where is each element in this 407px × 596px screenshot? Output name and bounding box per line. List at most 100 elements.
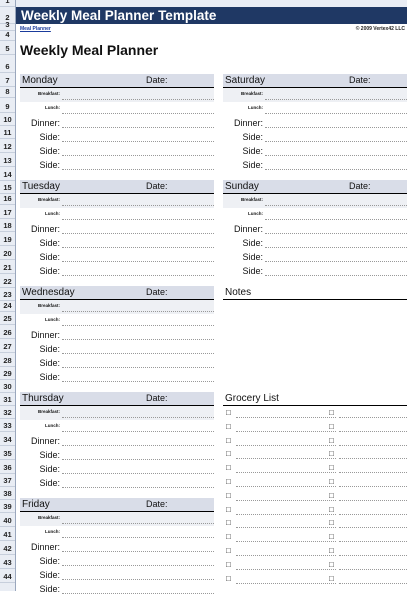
grocery-entry-line[interactable] — [339, 444, 407, 446]
checkbox-icon[interactable]: □ — [226, 422, 231, 431]
grocery-item[interactable]: □ — [226, 420, 336, 434]
meal-entry-line[interactable] — [62, 141, 214, 142]
grocery-item[interactable]: □ — [226, 558, 336, 572]
grocery-entry-line[interactable] — [236, 541, 336, 543]
meal-entry-line[interactable] — [265, 127, 407, 128]
checkbox-icon[interactable]: □ — [226, 546, 231, 555]
grocery-item[interactable]: □ — [226, 516, 336, 530]
grocery-item[interactable]: □ — [329, 558, 407, 572]
checkbox-icon[interactable]: □ — [226, 518, 231, 527]
grocery-entry-line[interactable] — [339, 555, 407, 556]
grocery-entry-line[interactable] — [339, 568, 407, 570]
meal-entry-line[interactable] — [62, 381, 214, 382]
meal-entry-line[interactable] — [62, 113, 214, 114]
grocery-entry-line[interactable] — [236, 417, 336, 418]
meal-entry-line[interactable] — [62, 487, 214, 488]
grocery-item[interactable]: □ — [329, 516, 407, 530]
grocery-item[interactable]: □ — [226, 489, 336, 503]
grocery-item[interactable]: □ — [329, 447, 407, 461]
grocery-entry-line[interactable] — [236, 472, 336, 474]
grocery-entry-line[interactable] — [236, 527, 336, 529]
checkbox-icon[interactable]: □ — [329, 422, 334, 431]
meal-entry-line[interactable] — [265, 169, 407, 170]
grocery-item[interactable]: □ — [329, 503, 407, 517]
checkbox-icon[interactable]: □ — [329, 491, 334, 500]
grocery-item[interactable]: □ — [329, 530, 407, 544]
meal-entry-line[interactable] — [62, 261, 214, 262]
checkbox-icon[interactable]: □ — [329, 449, 334, 458]
grocery-item[interactable]: □ — [226, 530, 336, 544]
checkbox-icon[interactable]: □ — [329, 463, 334, 472]
meal-entry-line[interactable] — [62, 247, 214, 248]
meal-entry-line[interactable] — [265, 205, 407, 206]
meal-entry-line[interactable] — [265, 113, 407, 114]
checkbox-icon[interactable]: □ — [329, 436, 334, 445]
meal-entry-line[interactable] — [265, 219, 407, 220]
meal-entry-line[interactable] — [62, 99, 214, 100]
grocery-entry-line[interactable] — [339, 582, 407, 584]
checkbox-icon[interactable]: □ — [329, 505, 334, 514]
checkbox-icon[interactable]: □ — [226, 449, 231, 458]
meal-entry-line[interactable] — [62, 219, 214, 220]
grocery-item[interactable]: □ — [329, 572, 407, 586]
meal-entry-line[interactable] — [62, 127, 214, 128]
checkbox-icon[interactable]: □ — [226, 491, 231, 500]
checkbox-icon[interactable]: □ — [329, 477, 334, 486]
grocery-entry-line[interactable] — [339, 527, 407, 529]
grocery-entry-line[interactable] — [339, 417, 407, 418]
grocery-item[interactable]: □ — [226, 447, 336, 461]
checkbox-icon[interactable]: □ — [329, 546, 334, 555]
checkbox-icon[interactable]: □ — [329, 560, 334, 569]
grocery-entry-line[interactable] — [339, 541, 407, 543]
meal-entry-line[interactable] — [265, 233, 407, 234]
checkbox-icon[interactable]: □ — [226, 532, 231, 541]
meal-entry-line[interactable] — [62, 417, 214, 418]
grocery-item[interactable]: □ — [329, 475, 407, 489]
grocery-entry-line[interactable] — [339, 499, 407, 501]
meal-entry-line[interactable] — [62, 565, 214, 566]
grocery-item[interactable]: □ — [226, 434, 336, 448]
meal-entry-line[interactable] — [62, 445, 214, 446]
meal-entry-line[interactable] — [265, 261, 407, 262]
grocery-entry-line[interactable] — [339, 430, 407, 432]
checkbox-icon[interactable]: □ — [329, 408, 334, 417]
grocery-entry-line[interactable] — [236, 568, 336, 570]
grocery-item[interactable]: □ — [329, 461, 407, 475]
grocery-entry-line[interactable] — [339, 472, 407, 474]
meal-entry-line[interactable] — [62, 579, 214, 580]
meal-entry-line[interactable] — [265, 99, 407, 100]
meal-entry-line[interactable] — [62, 169, 214, 170]
grocery-item[interactable]: □ — [329, 420, 407, 434]
meal-entry-line[interactable] — [265, 155, 407, 156]
meal-entry-line[interactable] — [62, 459, 214, 460]
grocery-entry-line[interactable] — [339, 486, 407, 487]
grocery-item[interactable]: □ — [226, 544, 336, 558]
meal-entry-line[interactable] — [62, 155, 214, 156]
grocery-entry-line[interactable] — [339, 513, 407, 515]
meal-entry-line[interactable] — [62, 431, 214, 432]
grocery-entry-line[interactable] — [236, 513, 336, 515]
meal-entry-line[interactable] — [62, 593, 214, 594]
checkbox-icon[interactable]: □ — [226, 408, 231, 417]
meal-entry-line[interactable] — [62, 339, 214, 340]
grocery-item[interactable]: □ — [226, 503, 336, 517]
meal-entry-line[interactable] — [62, 353, 214, 354]
checkbox-icon[interactable]: □ — [329, 518, 334, 527]
meal-entry-line[interactable] — [62, 233, 214, 234]
grocery-item[interactable]: □ — [329, 544, 407, 558]
checkbox-icon[interactable]: □ — [226, 436, 231, 445]
meal-entry-line[interactable] — [62, 551, 214, 552]
meal-entry-line[interactable] — [62, 367, 214, 368]
grocery-entry-line[interactable] — [236, 486, 336, 487]
checkbox-icon[interactable]: □ — [329, 532, 334, 541]
meal-entry-line[interactable] — [265, 141, 407, 142]
grocery-item[interactable]: □ — [329, 406, 407, 420]
meal-entry-line[interactable] — [62, 523, 214, 524]
grocery-entry-line[interactable] — [236, 499, 336, 501]
grocery-entry-line[interactable] — [236, 458, 336, 460]
grocery-entry-line[interactable] — [236, 444, 336, 446]
meal-entry-line[interactable] — [62, 205, 214, 206]
checkbox-icon[interactable]: □ — [226, 560, 231, 569]
meal-entry-line[interactable] — [62, 275, 214, 276]
meal-planner-link[interactable]: Meal Planner — [20, 26, 51, 32]
